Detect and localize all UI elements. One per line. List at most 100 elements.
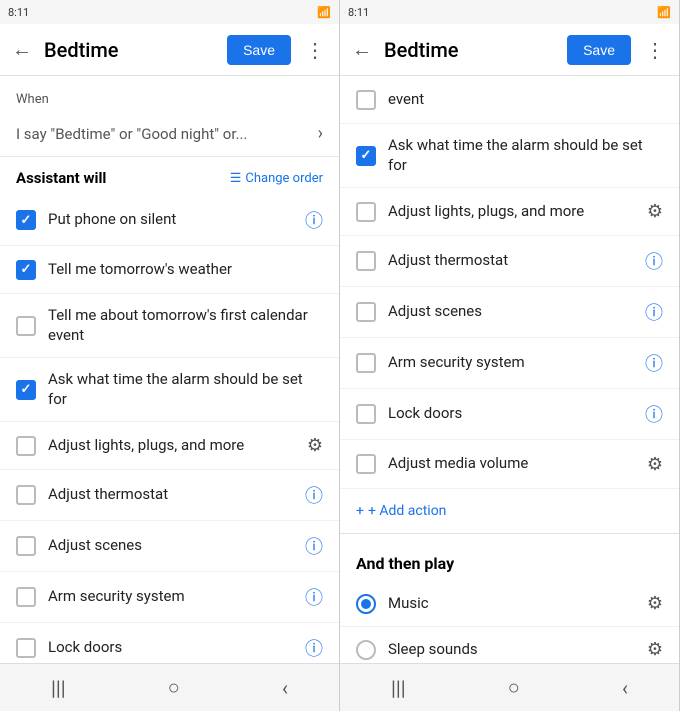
bottom-nav-left: ||| ○ ‹ [0, 663, 339, 711]
nav-back-icon[interactable]: ‹ [266, 668, 304, 708]
item-tell-weather: Tell me tomorrow's weather [0, 246, 339, 294]
item-alarm-time-right: Ask what time the alarm should be set fo… [340, 124, 679, 188]
label-arm-security: Arm security system [48, 587, 293, 607]
info-icon-adjust-scenes[interactable]: ⓘ [305, 533, 323, 559]
radio-button-sleep-sounds[interactable] [356, 640, 376, 660]
info-icon-put-phone-silent[interactable]: ⓘ [305, 207, 323, 233]
checkbox-adjust-thermostat-right[interactable] [356, 251, 376, 271]
nav-back-icon-right[interactable]: ‹ [606, 668, 644, 708]
nav-home-icon[interactable]: ○ [152, 667, 196, 708]
assistant-label: Assistant will [16, 169, 230, 187]
status-icons-left: 📶 [317, 6, 331, 19]
trigger-row[interactable]: I say "Bedtime" or "Good night" or... › [0, 111, 339, 157]
change-order-label: Change order [245, 171, 323, 186]
checkbox-event-right[interactable] [356, 90, 376, 110]
checkbox-put-phone-silent[interactable] [16, 210, 36, 230]
label-lock-doors-right: Lock doors [388, 404, 633, 424]
checkbox-adjust-scenes-right[interactable] [356, 302, 376, 322]
checkbox-adjust-lights-right[interactable] [356, 202, 376, 222]
when-label: When [0, 76, 339, 111]
label-calendar-event: Tell me about tomorrow's first calendar … [48, 306, 323, 345]
info-icon-lock-doors[interactable]: ⓘ [305, 635, 323, 661]
right-screen: 8:11 📶 ← Bedtime Save ⋮ event Ask what t… [340, 0, 680, 711]
checkbox-adjust-scenes[interactable] [16, 536, 36, 556]
save-button-left[interactable]: Save [227, 35, 291, 65]
checkbox-arm-security-right[interactable] [356, 353, 376, 373]
label-adjust-lights-right: Adjust lights, plugs, and more [388, 202, 635, 222]
checkbox-arm-security[interactable] [16, 587, 36, 607]
checkbox-adjust-media-right[interactable] [356, 454, 376, 474]
item-lock-doors: Lock doors ⓘ [0, 623, 339, 663]
play-header: And then play [340, 542, 679, 581]
nav-apps-icon[interactable]: ||| [35, 668, 82, 708]
more-button-left[interactable]: ⋮ [299, 34, 331, 66]
checkbox-alarm-time-right[interactable] [356, 146, 376, 166]
gear-icon-adjust-media-right[interactable]: ⚙ [647, 454, 663, 475]
item-event-right: event [340, 76, 679, 124]
info-icon-adjust-scenes-right[interactable]: ⓘ [645, 299, 663, 325]
checkbox-calendar-event[interactable] [16, 316, 36, 336]
nav-apps-icon-right[interactable]: ||| [375, 668, 422, 708]
more-button-right[interactable]: ⋮ [639, 34, 671, 66]
bottom-nav-right: ||| ○ ‹ [340, 663, 679, 711]
label-adjust-scenes-right: Adjust scenes [388, 302, 633, 322]
title-right: Bedtime [384, 38, 559, 62]
content-left: When I say "Bedtime" or "Good night" or.… [0, 76, 339, 663]
nav-home-icon-right[interactable]: ○ [492, 667, 536, 708]
checkbox-lock-doors-right[interactable] [356, 404, 376, 424]
info-icon-lock-doors-right[interactable]: ⓘ [645, 401, 663, 427]
back-button-left[interactable]: ← [8, 33, 36, 66]
back-button-right[interactable]: ← [348, 33, 376, 66]
plus-icon: + [356, 503, 364, 519]
save-button-right[interactable]: Save [567, 35, 631, 65]
item-arm-security-right: Arm security system ⓘ [340, 338, 679, 389]
status-time-right: 8:11 [348, 6, 369, 19]
checkbox-alarm-time[interactable] [16, 380, 36, 400]
radio-button-music[interactable] [356, 594, 376, 614]
checkbox-adjust-thermostat[interactable] [16, 485, 36, 505]
label-tell-weather: Tell me tomorrow's weather [48, 260, 323, 280]
item-adjust-lights: Adjust lights, plugs, and more ⚙ [0, 422, 339, 470]
header-left: ← Bedtime Save ⋮ [0, 24, 339, 76]
item-adjust-scenes-right: Adjust scenes ⓘ [340, 287, 679, 338]
item-adjust-lights-right: Adjust lights, plugs, and more ⚙ [340, 188, 679, 236]
checkbox-adjust-lights[interactable] [16, 436, 36, 456]
status-icons-right: 📶 [657, 6, 671, 19]
item-put-phone-silent: Put phone on silent ⓘ [0, 195, 339, 246]
reorder-icon: ☰ [230, 171, 242, 186]
label-put-phone-silent: Put phone on silent [48, 210, 293, 230]
assistant-header: Assistant will ☰ Change order [0, 157, 339, 195]
info-icon-arm-security[interactable]: ⓘ [305, 584, 323, 610]
trigger-chevron-icon: › [318, 123, 323, 144]
checkbox-list-left: Put phone on silent ⓘ Tell me tomorrow's… [0, 195, 339, 663]
label-music: Music [388, 594, 635, 614]
checkbox-list-right: event Ask what time the alarm should be … [340, 76, 679, 488]
trigger-text: I say "Bedtime" or "Good night" or... [16, 125, 318, 143]
play-section: And then play Music ⚙ Sleep sounds ⚙ Not… [340, 534, 679, 663]
info-icon-adjust-thermostat-right[interactable]: ⓘ [645, 248, 663, 274]
item-calendar-event: Tell me about tomorrow's first calendar … [0, 294, 339, 358]
label-alarm-time-right: Ask what time the alarm should be set fo… [388, 136, 663, 175]
label-sleep-sounds: Sleep sounds [388, 640, 635, 660]
item-arm-security: Arm security system ⓘ [0, 572, 339, 623]
change-order-button[interactable]: ☰ Change order [230, 171, 323, 186]
info-icon-adjust-thermostat[interactable]: ⓘ [305, 482, 323, 508]
status-bar-left: 8:11 📶 [0, 0, 339, 24]
checkbox-lock-doors[interactable] [16, 638, 36, 658]
info-icon-arm-security-right[interactable]: ⓘ [645, 350, 663, 376]
left-screen: 8:11 📶 ← Bedtime Save ⋮ When I say "Bedt… [0, 0, 340, 711]
gear-icon-sleep-sounds[interactable]: ⚙ [647, 639, 663, 660]
label-event-right: event [388, 90, 663, 110]
header-right: ← Bedtime Save ⋮ [340, 24, 679, 76]
label-arm-security-right: Arm security system [388, 353, 633, 373]
add-action-button[interactable]: + + Add action [340, 488, 679, 533]
gear-icon-adjust-lights[interactable]: ⚙ [307, 435, 323, 456]
checkbox-tell-weather[interactable] [16, 260, 36, 280]
radio-music: Music ⚙ [340, 581, 679, 627]
item-adjust-thermostat: Adjust thermostat ⓘ [0, 470, 339, 521]
gear-icon-music[interactable]: ⚙ [647, 593, 663, 614]
title-left: Bedtime [44, 38, 219, 62]
item-alarm-time: Ask what time the alarm should be set fo… [0, 358, 339, 422]
gear-icon-adjust-lights-right[interactable]: ⚙ [647, 201, 663, 222]
item-adjust-media-right: Adjust media volume ⚙ [340, 440, 679, 488]
